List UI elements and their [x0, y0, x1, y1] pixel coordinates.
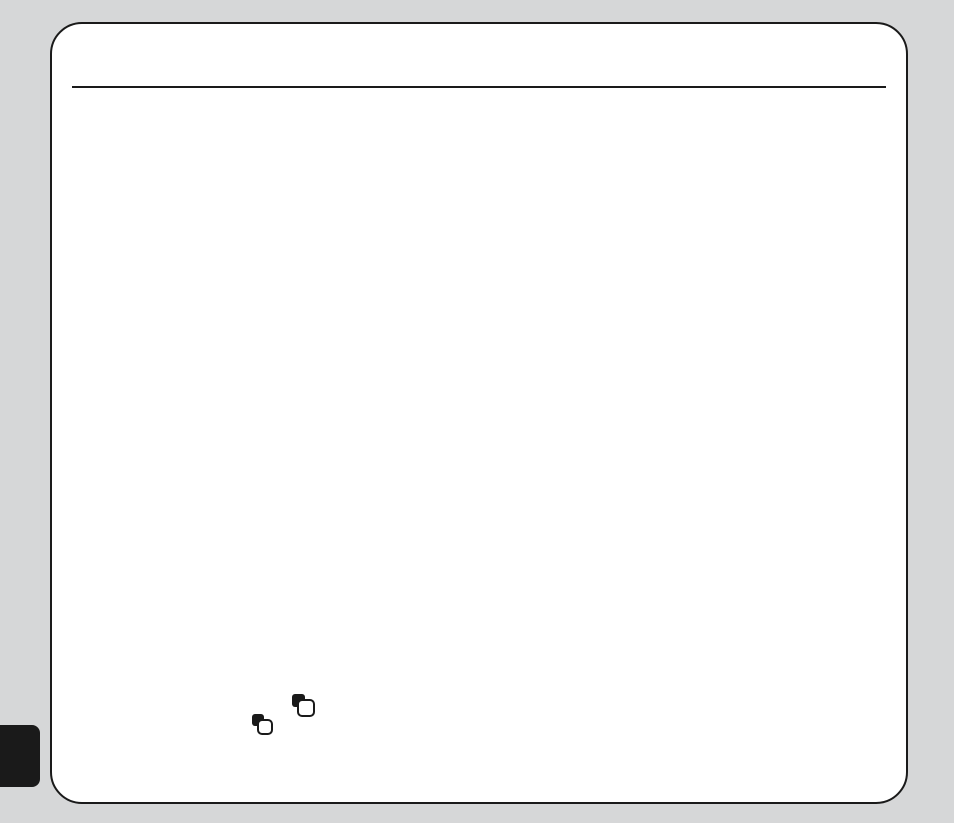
copy-icon [252, 714, 274, 736]
copy-icon [292, 694, 314, 716]
header-divider [72, 86, 886, 88]
page-edge-tab [0, 725, 40, 787]
page-card [50, 22, 908, 804]
copy-icon-group [252, 694, 332, 744]
